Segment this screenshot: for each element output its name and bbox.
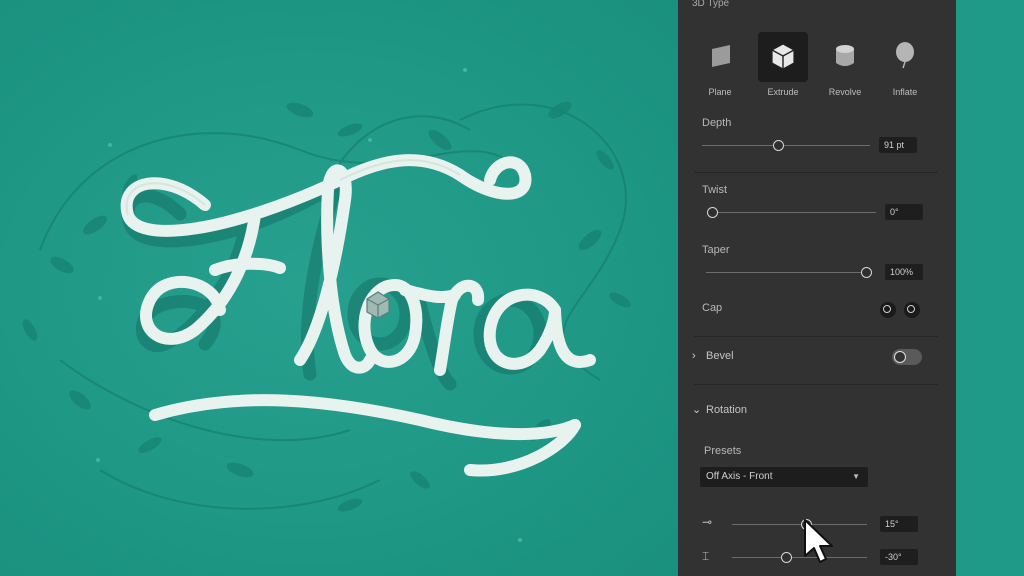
rotate-x-value-field[interactable]: 15°	[880, 516, 918, 532]
presets-dropdown[interactable]: Off Axis - Front ▼	[700, 467, 868, 487]
dropdown-arrow-icon: ▼	[852, 472, 860, 481]
taper-label: Taper	[702, 244, 730, 256]
rotation-label: Rotation	[706, 404, 747, 416]
depth-slider-knob[interactable]	[773, 140, 784, 151]
revolve-label: Revolve	[828, 87, 862, 97]
background-strip	[956, 0, 1024, 576]
cap-off-button[interactable]	[904, 302, 920, 318]
bevel-section-header[interactable]: › Bevel	[692, 350, 734, 362]
twist-value-field[interactable]: 0°	[885, 204, 923, 220]
toggle-knob	[894, 351, 906, 363]
depth-label: Depth	[702, 117, 732, 129]
rotate-x-icon: ⊸	[702, 515, 713, 529]
bevel-toggle[interactable]	[892, 349, 922, 365]
cap-on-button[interactable]	[880, 302, 896, 318]
extrude-label: Extrude	[767, 87, 799, 97]
taper-slider-knob[interactable]	[861, 267, 872, 278]
twist-slider-track[interactable]	[712, 212, 876, 213]
chevron-right-icon: ›	[692, 350, 696, 362]
revolve-button[interactable]	[820, 32, 870, 82]
presets-label: Presets	[704, 445, 742, 457]
twist-slider-knob[interactable]	[707, 207, 718, 218]
rotate-y-slider-track[interactable]	[732, 557, 867, 558]
taper-slider-track[interactable]	[706, 272, 868, 273]
revolve-icon	[836, 45, 854, 66]
mouse-pointer-icon	[804, 519, 833, 563]
rotate-y-slider-knob[interactable]	[781, 552, 792, 563]
depth-slider-track[interactable]	[702, 145, 870, 146]
panel-title: 3D Type	[692, 0, 730, 9]
extrude-cube-icon	[771, 43, 795, 70]
cap-label: Cap	[702, 302, 723, 314]
extrude-button[interactable]	[758, 32, 808, 82]
depth-value-field[interactable]: 91 pt	[879, 137, 917, 153]
twist-label: Twist	[702, 184, 728, 196]
inflate-label: Inflate	[892, 87, 918, 97]
bevel-label: Bevel	[706, 350, 734, 362]
inflate-button[interactable]	[880, 32, 930, 82]
presets-selected-value: Off Axis - Front	[706, 471, 773, 482]
divider	[694, 384, 938, 385]
rotate-x-slider-track[interactable]	[732, 524, 867, 525]
plane-label: Plane	[708, 87, 732, 97]
divider	[694, 336, 938, 337]
inflate-balloon-icon	[896, 42, 914, 69]
divider	[694, 172, 938, 173]
rotate-y-icon: ⌶	[702, 549, 710, 563]
3d-type-panel: 3D Type Plane Extrude Revolve Inflate De…	[678, 0, 956, 576]
rotation-section-header[interactable]: ⌄ Rotation	[692, 403, 747, 416]
rotate-y-value-field[interactable]: -30°	[880, 549, 918, 565]
taper-value-field[interactable]: 100%	[885, 264, 923, 280]
artboard-canvas[interactable]	[0, 0, 678, 576]
plane-icon	[712, 45, 730, 67]
flora-lettering-artwork	[22, 68, 631, 542]
chevron-down-icon: ⌄	[692, 404, 702, 416]
plane-button[interactable]	[695, 32, 745, 82]
